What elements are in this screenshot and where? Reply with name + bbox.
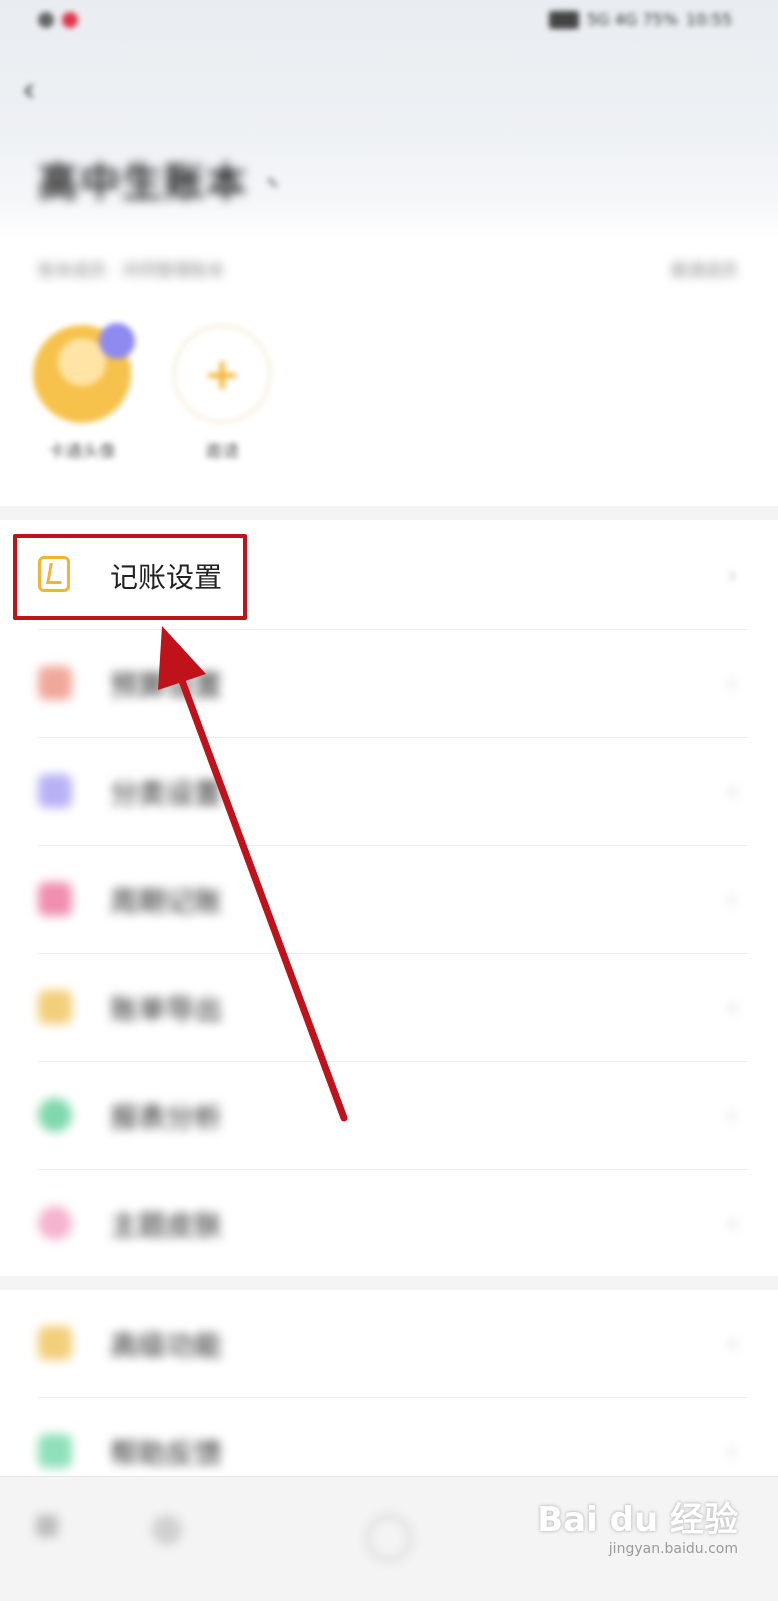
annotation-arrow bbox=[158, 626, 348, 1122]
arrow-shaft bbox=[174, 666, 348, 1122]
arrow-head bbox=[158, 626, 206, 690]
